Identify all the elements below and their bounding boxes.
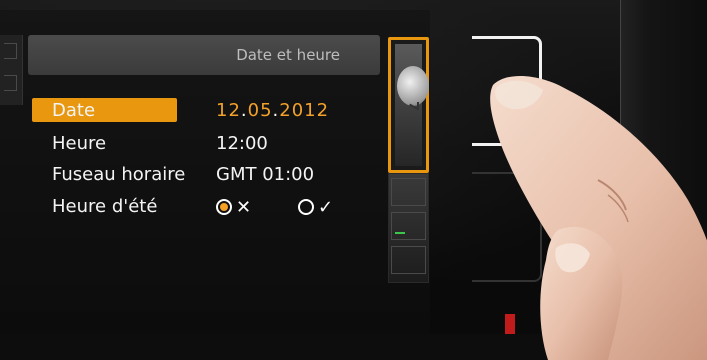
row-label-heure[interactable]: Heure — [52, 133, 106, 155]
row-label-fuseau[interactable]: Fuseau horaire — [52, 164, 185, 186]
row-value-heure[interactable]: 12:00 — [216, 133, 268, 155]
clock-button[interactable] — [388, 37, 429, 173]
scroll-mark — [4, 43, 17, 59]
row-label-heure-ete[interactable]: Heure d'été — [52, 196, 157, 218]
row-value-fuseau[interactable]: GMT 01:00 — [216, 164, 314, 186]
nav-segment — [391, 246, 426, 274]
radio-option-off[interactable] — [216, 199, 232, 215]
page-title: Date et heure — [236, 46, 340, 64]
radio-option-on[interactable] — [298, 199, 314, 215]
finger-image — [490, 75, 707, 360]
header-bar: Date et heure — [28, 35, 380, 75]
date-separator: . — [240, 100, 248, 121]
arrow-icon — [395, 232, 405, 234]
clock-icon — [397, 66, 429, 111]
row-label-date[interactable]: Date — [52, 100, 95, 122]
check-icon: ✓ — [318, 197, 334, 218]
date-day: 12 — [216, 100, 241, 121]
scroll-mark — [4, 75, 17, 91]
left-scroll-strip[interactable] — [0, 35, 23, 105]
date-month: 05 — [247, 100, 273, 121]
clock-hand — [417, 102, 419, 110]
date-year: 2012 — [279, 100, 330, 121]
clock-button-face — [395, 44, 429, 166]
nav-segment — [391, 212, 426, 240]
row-value-date[interactable]: 12.05.2012 — [216, 100, 329, 122]
nav-segment — [391, 178, 426, 206]
nav-button[interactable] — [388, 173, 429, 283]
cross-icon: ✕ — [236, 197, 252, 218]
